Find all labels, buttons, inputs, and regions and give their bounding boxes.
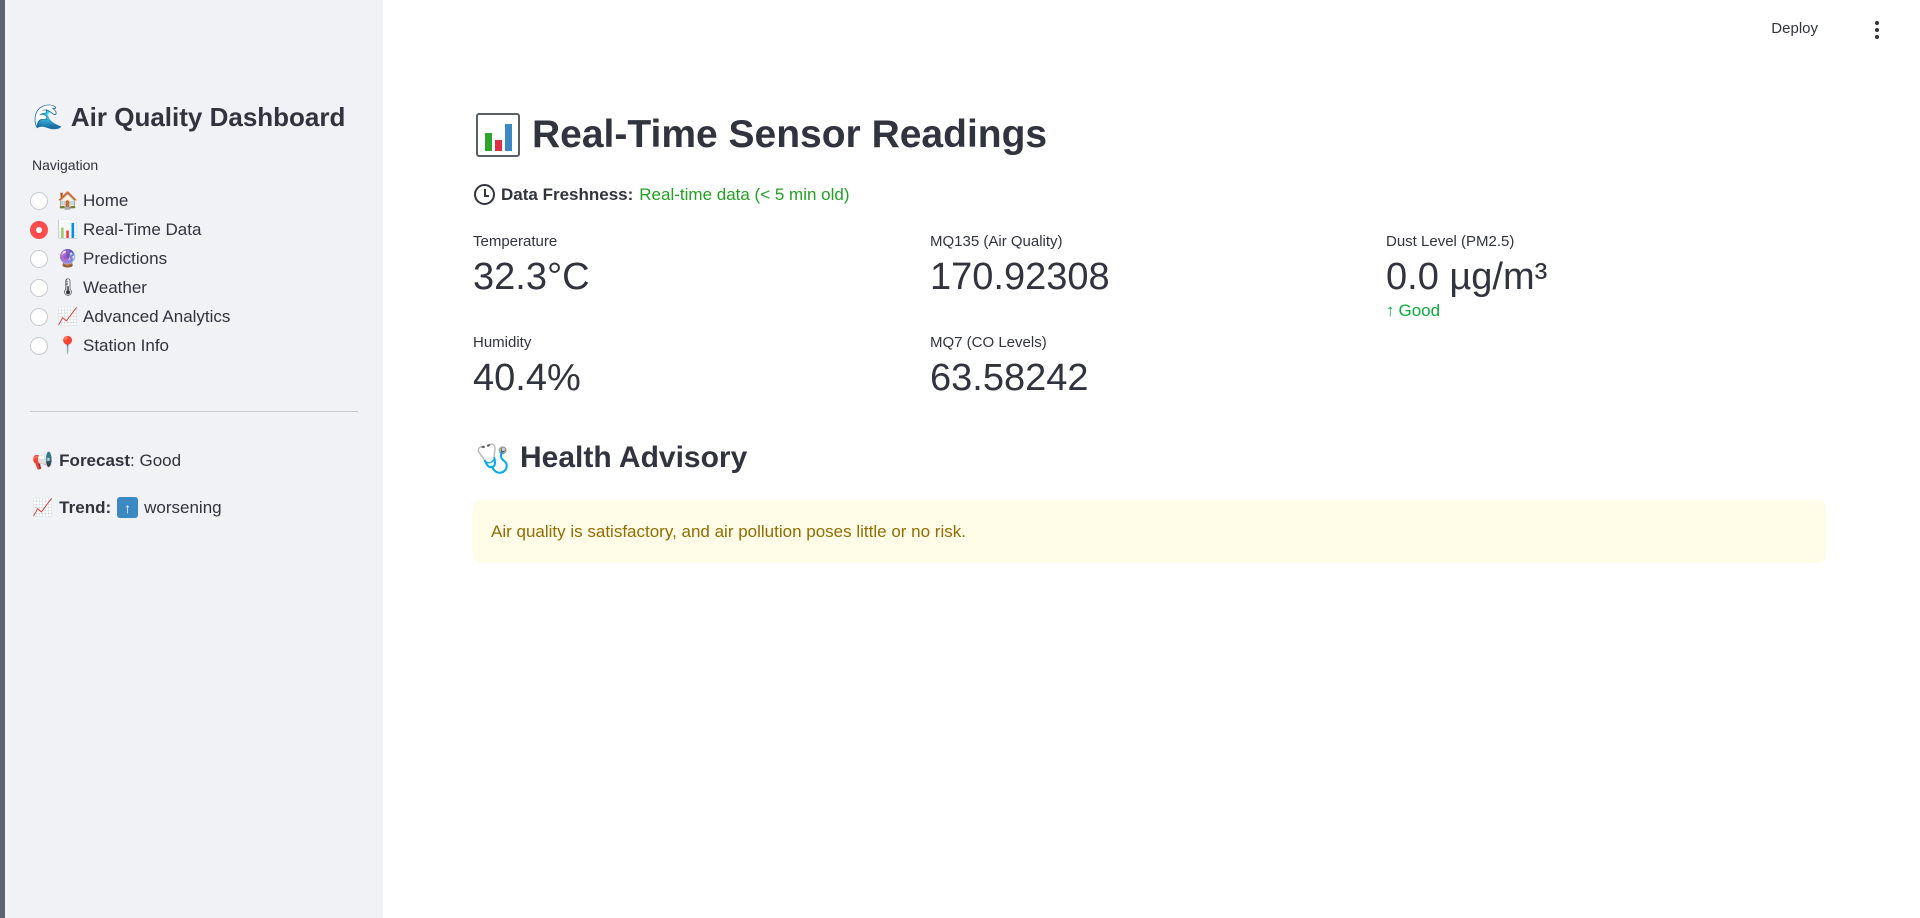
pin-icon: 📍 <box>57 335 79 355</box>
sidebar: 🌊 Air Quality Dashboard Navigation 🏠 Hom… <box>5 0 383 918</box>
freshness-value: Real-time data (< 5 min old) <box>639 184 850 204</box>
trend-line: 📈 Trend: ↑ worsening <box>32 497 222 518</box>
metric-humidity: Humidity 40.4% <box>473 334 581 400</box>
metric-delta: ↑ Good <box>1386 301 1547 321</box>
navigation-label: Navigation <box>32 157 99 173</box>
nav-item-label: Weather <box>83 277 147 297</box>
nav-item-predictions[interactable]: 🔮 Predictions <box>30 244 230 273</box>
page-title: Real-Time Sensor Readings <box>476 113 1047 157</box>
freshness-label: Data Freshness: <box>501 184 634 204</box>
nav-item-home[interactable]: 🏠 Home <box>30 186 230 215</box>
waves-icon: 🌊 <box>33 104 63 131</box>
nav-item-label: Advanced Analytics <box>83 306 231 326</box>
trend-chart-icon: 📈 <box>57 306 79 326</box>
data-freshness: Data Freshness: Real-time data (< 5 min … <box>474 184 850 205</box>
nav-item-label: Real-Time Data <box>83 219 202 239</box>
radio-advanced-analytics[interactable] <box>30 307 48 326</box>
megaphone-icon: 📢 <box>32 451 54 470</box>
health-advisory-heading: 🩺 Health Advisory <box>474 441 748 475</box>
arrow-up-icon: ↑ <box>1386 301 1395 320</box>
up-arrow-icon: ↑ <box>117 497 139 518</box>
metric-value: 32.3°C <box>473 256 590 298</box>
health-advisory-alert: Air quality is satisfactory, and air pol… <box>473 500 1826 563</box>
bar-chart-icon: 📊 <box>57 219 79 239</box>
nav-item-label: Home <box>83 190 129 210</box>
clock-icon <box>474 184 495 205</box>
metric-mq135: MQ135 (Air Quality) 170.92308 <box>930 233 1110 299</box>
more-options-icon[interactable] <box>1870 19 1884 41</box>
stethoscope-icon: 🩺 <box>475 442 511 474</box>
metric-label: MQ135 (Air Quality) <box>930 233 1063 250</box>
trend-chart-icon: 📈 <box>32 497 54 517</box>
metric-value: 0.0 µg/m³ <box>1386 256 1548 298</box>
sidebar-divider <box>30 411 358 412</box>
nav-item-label: Predictions <box>83 248 168 268</box>
nav-item-real-time-data[interactable]: 📊 Real-Time Data <box>30 215 230 244</box>
health-advisory-title: Health Advisory <box>520 441 748 474</box>
metric-label: Humidity <box>473 334 532 351</box>
forecast-line: 📢 Forecast: Good <box>32 451 182 470</box>
deploy-button[interactable]: Deploy <box>1771 20 1818 37</box>
metric-value: 63.58242 <box>930 357 1089 399</box>
health-advisory-text: Air quality is satisfactory, and air pol… <box>491 522 966 541</box>
nav-item-weather[interactable]: 🌡 Weather <box>30 273 230 302</box>
nav-item-advanced-analytics[interactable]: 📈 Advanced Analytics <box>30 302 230 331</box>
navigation-radio-group: 🏠 Home 📊 Real-Time Data 🔮 Predictions 🌡 … <box>30 186 230 360</box>
page-title-text: Real-Time Sensor Readings <box>532 113 1048 156</box>
bar-chart-icon <box>476 113 520 157</box>
house-icon: 🏠 <box>57 190 79 210</box>
metric-label: Temperature <box>473 233 558 250</box>
radio-predictions[interactable] <box>30 249 48 268</box>
metric-dust-level: Dust Level (PM2.5) 0.0 µg/m³ ↑ Good <box>1386 233 1547 321</box>
sidebar-title-text: Air Quality Dashboard <box>70 102 346 132</box>
metric-value: 40.4% <box>473 357 581 399</box>
radio-station-info[interactable] <box>30 336 48 355</box>
metric-mq7: MQ7 (CO Levels) 63.58242 <box>930 334 1089 400</box>
metric-label: MQ7 (CO Levels) <box>930 334 1047 351</box>
trend-value: worsening <box>144 497 222 517</box>
nav-item-label: Station Info <box>83 335 170 355</box>
metric-delta-text: Good <box>1398 301 1441 320</box>
radio-home[interactable] <box>30 191 48 210</box>
sidebar-title: 🌊 Air Quality Dashboard <box>33 102 345 133</box>
nav-item-station-info[interactable]: 📍 Station Info <box>30 331 230 360</box>
trend-label: Trend: <box>59 497 112 517</box>
radio-weather[interactable] <box>30 278 48 297</box>
metric-temperature: Temperature 32.3°C <box>473 233 590 299</box>
forecast-value: Good <box>139 451 182 470</box>
thermometer-icon: 🌡 <box>57 277 79 297</box>
metric-value: 170.92308 <box>930 256 1110 298</box>
radio-real-time-data[interactable] <box>30 220 48 239</box>
forecast-label: Forecast <box>59 451 131 470</box>
crystal-ball-icon: 🔮 <box>57 248 79 268</box>
metric-label: Dust Level (PM2.5) <box>1386 233 1515 250</box>
